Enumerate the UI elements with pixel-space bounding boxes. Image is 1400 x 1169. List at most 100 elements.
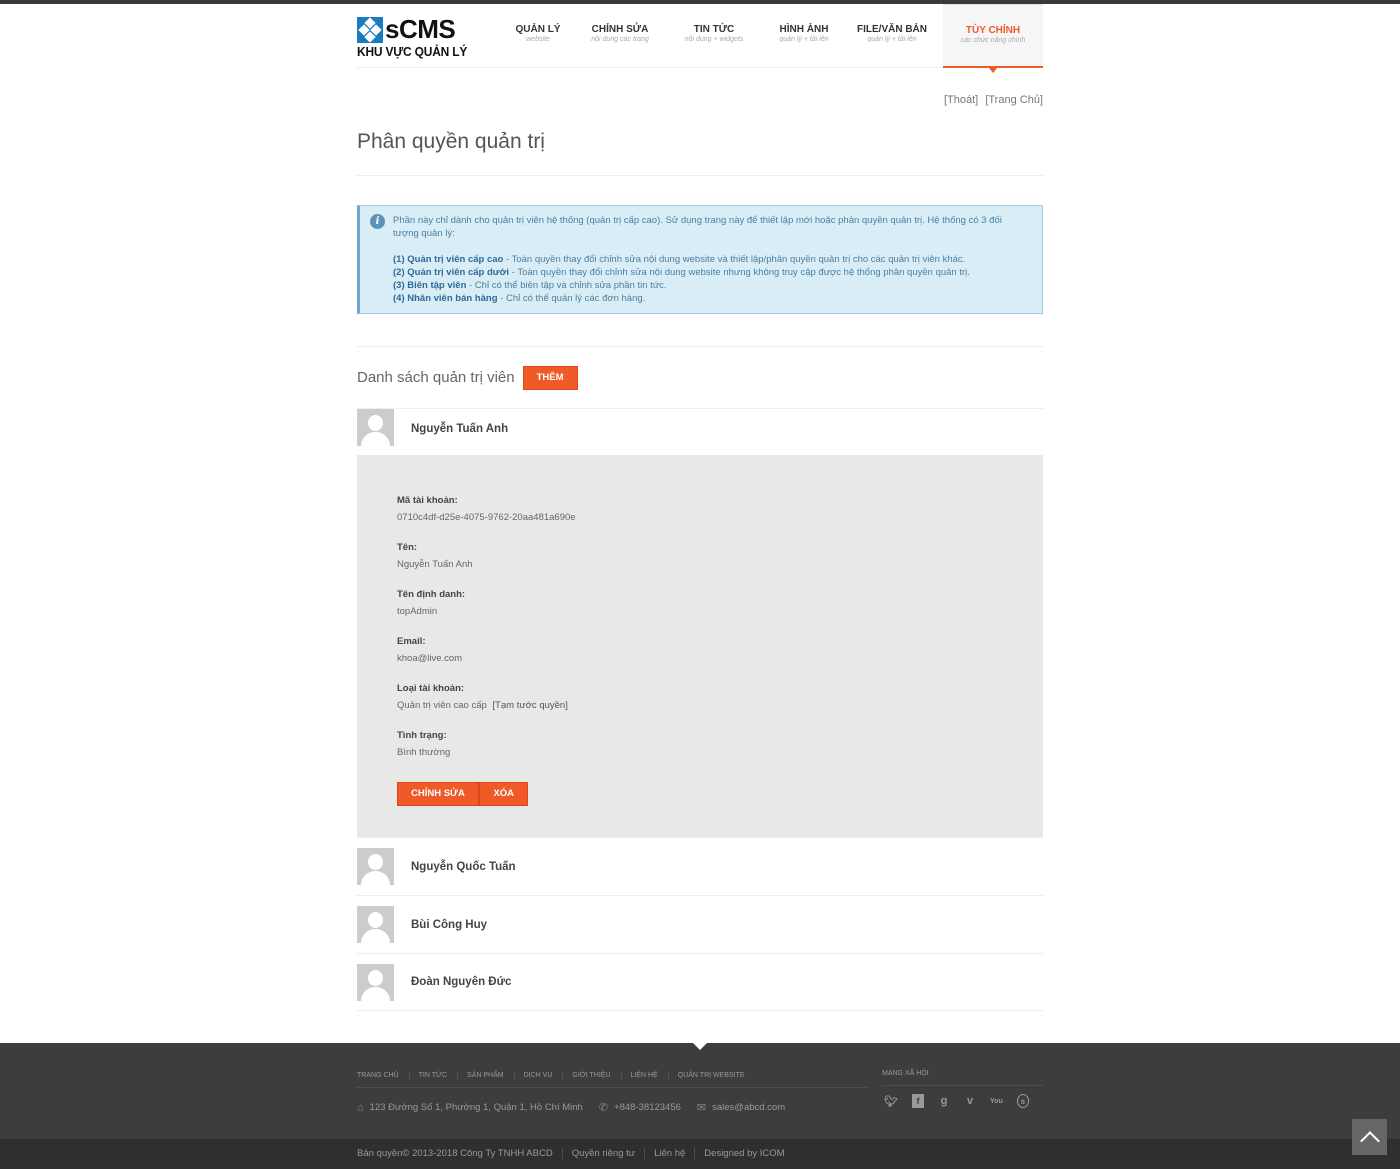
skype-icon[interactable]: s — [1016, 1094, 1030, 1108]
admin-row[interactable]: Nguyễn Tuấn Anh — [357, 408, 1043, 455]
account-type-value: Quản trị viên cao cấp — [397, 700, 487, 711]
admin-detail-panel: Mã tài khoản: 0710c4df-d25e-4075-9762-20… — [357, 455, 1043, 837]
logo-subtitle: KHU VỰC QUẢN LÝ — [357, 44, 468, 59]
privacy-link[interactable]: Quyền riêng tư — [571, 1148, 646, 1159]
phone-text: +848-38123456 — [614, 1102, 681, 1113]
main-container: sCMS KHU VỰC QUẢN LÝ QUẢN LÝ website CHỈ… — [357, 4, 1043, 1011]
email-value: khoa@live.com — [397, 653, 463, 664]
admin-row[interactable]: Nguyễn Quốc Tuấn — [357, 837, 1043, 895]
twitter-icon[interactable]: 🐦︎ — [884, 1094, 898, 1108]
suspend-link[interactable]: [Tạm tước quyền] — [492, 700, 567, 711]
page-title: Phân quyền quản trị — [357, 130, 545, 153]
vimeo-icon[interactable]: v — [964, 1094, 976, 1108]
info-intro: Phần này chỉ dành cho quản trị viên hệ t… — [393, 215, 1002, 239]
footer-inner: TRANG CHỦ TIN TỨC SẢN PHẨM DỊCH VỤ GIỚI THIỆ… — [357, 1043, 1043, 1139]
nav-title: QUẢN LÝ — [515, 24, 561, 35]
username-label: Tên định danh: — [397, 589, 466, 600]
footer-contact: ⌂ 123 Đường Số 1, Phường 1, Quận 1, Hồ Ch… — [357, 1101, 801, 1115]
footer-link-about[interactable]: GIỚI THIỆU — [572, 1072, 622, 1079]
footer-nav: TRANG CHỦ TIN TỨC SẢN PHẨM DỊCH VỤ GIỚI THIỆ… — [357, 1072, 867, 1088]
scroll-to-top-button[interactable] — [1352, 1119, 1387, 1155]
nav-subtitle: website — [526, 36, 550, 43]
role-item: (4) Nhân viên bán hàng - Chỉ có thể quản… — [393, 292, 1028, 305]
social-icons: 🐦︎ f g v You s — [882, 1094, 1043, 1108]
account-id-label: Mã tài khoản: — [397, 495, 458, 506]
email-label: Email: — [397, 636, 426, 647]
nav-quan-ly[interactable]: QUẢN LÝ website — [497, 4, 579, 68]
nav-chinh-sua[interactable]: CHỈNH SỬA nội dung các trang — [579, 4, 661, 68]
footer: TRANG CHỦ TIN TỨC SẢN PHẨM DỊCH VỤ GIỚI THIỆ… — [0, 1043, 1400, 1169]
email-item: ✉ sales@abcd.com — [697, 1101, 785, 1114]
nav-subtitle: nội dung các trang — [591, 36, 649, 43]
youtube-icon[interactable]: You — [990, 1094, 1003, 1108]
address-item: ⌂ 123 Đường Số 1, Phường 1, Quận 1, Hồ Ch… — [357, 1102, 583, 1114]
role-item: (1) Quản trị viên cấp cao - Toàn quyền t… — [393, 253, 1028, 266]
status-value: Bình thường — [397, 747, 451, 758]
nav-tuy-chinh[interactable]: TÙY CHỈNH các chức năng chính — [943, 4, 1043, 73]
home-link[interactable]: [Trang Chủ] — [985, 94, 1043, 106]
home-icon: ⌂ — [357, 1101, 364, 1114]
logo-brand: sCMS — [385, 14, 456, 44]
footer-link-home[interactable]: TRANG CHỦ — [357, 1072, 410, 1079]
facebook-icon[interactable]: f — [911, 1094, 924, 1108]
avatar — [357, 409, 394, 446]
username-value: topAdmin — [397, 606, 438, 617]
logout-link[interactable]: [Thoát] — [944, 94, 978, 106]
admin-row[interactable]: Đoàn Nguyên Đức — [357, 953, 1043, 1011]
role-desc: - Toàn quyền thay đổi chỉnh sửa nội dung… — [509, 267, 970, 278]
nav-tin-tuc[interactable]: TIN TỨC nội dung + widgets — [661, 4, 767, 68]
admin-row[interactable]: Bùi Công Huy — [357, 895, 1043, 953]
contact-link[interactable]: Liên hệ — [654, 1148, 696, 1159]
account-type-row: Quản trị viên cao cấp [Tạm tước quyền] — [397, 700, 1003, 711]
avatar — [357, 906, 394, 943]
nav-file-van-ban[interactable]: FILE/VĂN BẢN quản lý + tải lên — [841, 4, 943, 68]
role-name: (4) Nhân viên bán hàng — [393, 293, 498, 304]
nav-title: TÙY CHỈNH — [965, 25, 1021, 36]
role-name: (2) Quản trị viên cấp dưới — [393, 267, 510, 278]
footer-link-services[interactable]: DỊCH VỤ — [523, 1072, 564, 1079]
copyright-inner: Bản quyền© 2013-2018 Công Ty TNHH ABCD Qu… — [357, 1139, 1400, 1169]
footer-link-products[interactable]: SẢN PHẨM — [467, 1072, 515, 1079]
account-type-label: Loại tài khoản: — [397, 683, 465, 694]
nav-hinh-anh[interactable]: HÌNH ẢNH quản lý + tải lên — [767, 4, 841, 68]
copyright-bar: Bản quyền© 2013-2018 Công Ty TNHH ABCD Qu… — [0, 1139, 1400, 1169]
role-desc: - Chỉ có thể biên tập và chỉnh sửa phần … — [466, 280, 667, 291]
admin-name: Đoàn Nguyên Đức — [411, 976, 512, 988]
phone-item: ✆ +848-38123456 — [599, 1101, 681, 1114]
google-plus-icon[interactable]: g — [938, 1094, 950, 1108]
social-title: MẠNG XÃ HỘI — [882, 1070, 1043, 1086]
mail-icon: ✉ — [696, 1102, 707, 1114]
avatar — [357, 848, 394, 885]
name-value: Nguyễn Tuấn Anh — [397, 559, 473, 570]
main-nav: QUẢN LÝ website CHỈNH SỬA nội dung các t… — [497, 4, 1043, 73]
nav-subtitle: nội dung + widgets — [684, 36, 744, 43]
avatar — [357, 963, 394, 1001]
add-admin-button[interactable]: THÊM — [522, 365, 578, 390]
nav-subtitle: quản lý + tải lên — [867, 36, 917, 43]
role-desc: - Chỉ có thể quản lý các đơn hàng. — [497, 293, 646, 304]
role-desc: - Toàn quyền thay đổi chỉnh sửa nội dung… — [503, 254, 966, 265]
email-text: sales@abcd.com — [712, 1102, 786, 1113]
delete-button[interactable]: XÓA — [479, 782, 529, 806]
phone-icon: ✆ — [598, 1102, 609, 1114]
copyright-text: Bản quyền© 2013-2018 Công Ty TNHH ABCD — [357, 1148, 563, 1159]
nav-subtitle: quản lý + tải lên — [779, 36, 829, 43]
role-name: (3) Biên tập viên — [393, 280, 467, 291]
footer-link-admin[interactable]: QUẢN TRỊ WEBSITE — [678, 1072, 755, 1079]
header: sCMS KHU VỰC QUẢN LÝ QUẢN LÝ website CHỈ… — [357, 4, 1043, 73]
nav-title: HÌNH ẢNH — [779, 24, 829, 35]
role-item: (2) Quản trị viên cấp dưới - Toàn quyền … — [393, 266, 1028, 279]
nav-title: TIN TỨC — [693, 24, 735, 35]
info-icon: i — [370, 214, 385, 229]
admin-name: Bùi Công Huy — [411, 918, 488, 931]
admin-list-title: Danh sách quản trị viên — [357, 369, 515, 386]
logo[interactable]: sCMS KHU VỰC QUẢN LÝ — [357, 14, 468, 59]
status-label: Tình trạng: — [397, 730, 447, 741]
footer-link-contact[interactable]: LIÊN HỆ — [630, 1072, 669, 1079]
logo-mark-icon — [357, 17, 383, 43]
footer-link-news[interactable]: TIN TỨC — [418, 1072, 459, 1079]
edit-button[interactable]: CHỈNH SỬA — [397, 782, 479, 806]
nav-subtitle: các chức năng chính — [960, 37, 1026, 44]
address-text: 123 Đường Số 1, Phường 1, Quận 1, Hồ Chí… — [369, 1102, 583, 1113]
social-section: MẠNG XÃ HỘI 🐦︎ f g v You s — [882, 1070, 1043, 1108]
